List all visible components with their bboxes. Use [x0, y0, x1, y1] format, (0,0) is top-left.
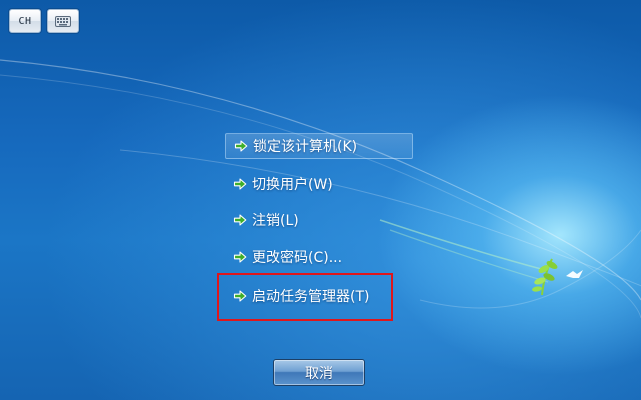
desktop-background — [0, 0, 641, 400]
menu-item-label: 启动任务管理器(T) — [252, 289, 370, 305]
menu-item-task-manager[interactable]: 启动任务管理器(T) — [225, 283, 369, 309]
language-label: CH — [18, 15, 32, 27]
keyboard-icon — [55, 15, 71, 27]
menu-item-label: 更改密码(C)... — [252, 250, 343, 266]
on-screen-keyboard-button[interactable] — [47, 9, 79, 33]
green-arrow-icon — [233, 251, 247, 263]
green-arrow-icon — [234, 140, 248, 152]
wallpaper-art — [0, 59, 641, 319]
menu-item-change-password[interactable]: 更改密码(C)... — [225, 244, 342, 270]
menu-item-switch-user[interactable]: 切换用户(W) — [225, 171, 333, 197]
cancel-button-label: 取消 — [305, 365, 333, 382]
menu-item-label: 注销(L) — [252, 213, 299, 229]
language-button[interactable]: CH — [9, 9, 41, 33]
menu-item-label: 锁定该计算机(K) — [253, 139, 358, 155]
menu-item-log-off[interactable]: 注销(L) — [225, 207, 299, 233]
menu-item-label: 切换用户(W) — [252, 177, 333, 193]
green-arrow-icon — [233, 214, 247, 226]
menu-item-lock-computer[interactable]: 锁定该计算机(K) — [225, 133, 413, 159]
green-arrow-icon — [233, 290, 247, 302]
green-arrow-icon — [233, 178, 247, 190]
bird-icon — [566, 270, 583, 278]
leaf-sprig-icon — [532, 258, 558, 296]
cancel-button[interactable]: 取消 — [273, 359, 365, 386]
